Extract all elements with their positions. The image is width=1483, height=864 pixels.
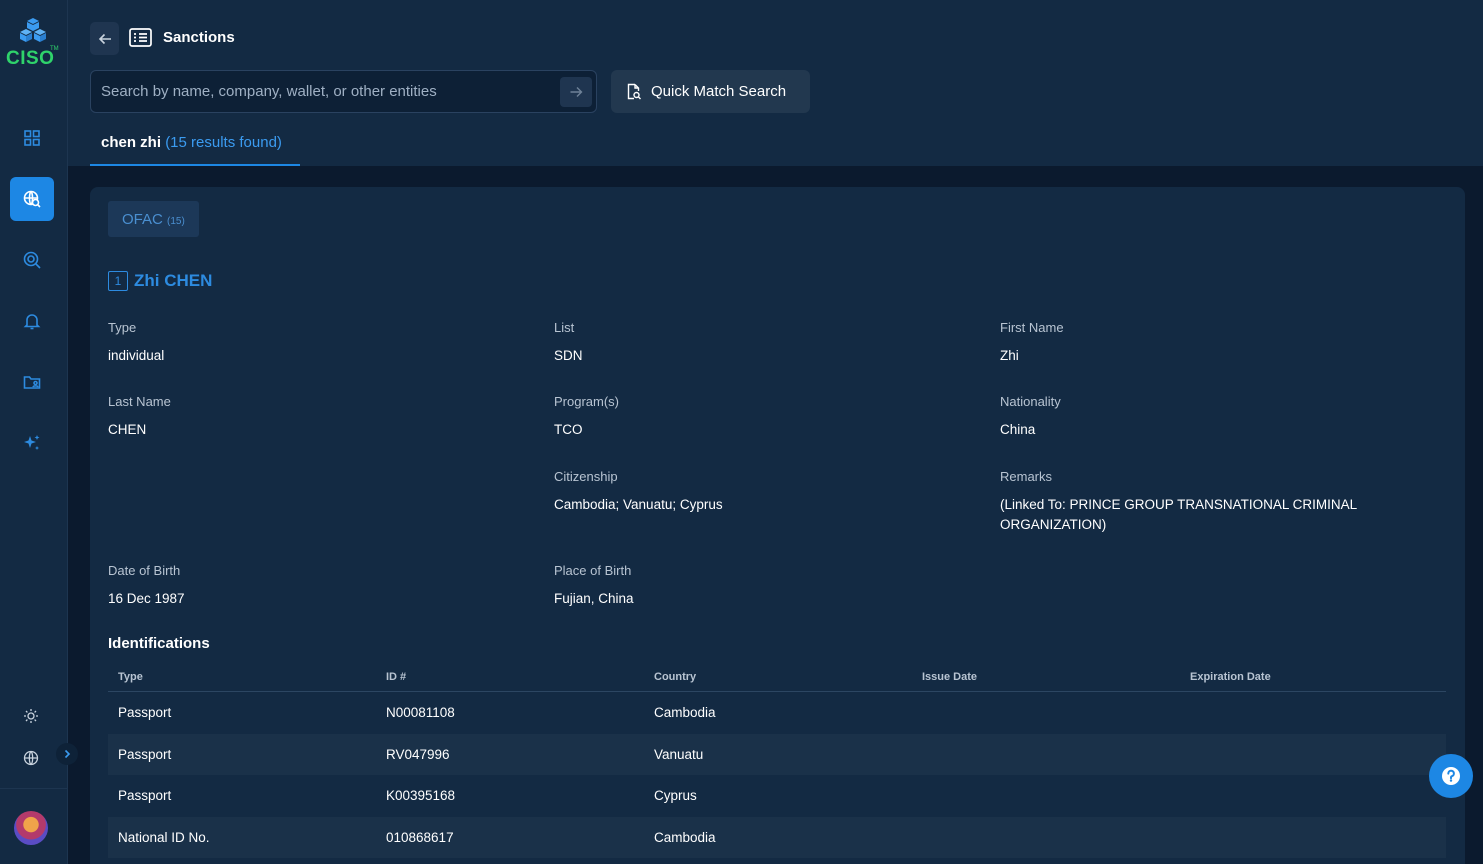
field-label: Last Name — [108, 394, 171, 409]
arrow-left-icon — [98, 33, 111, 44]
globe-search-icon — [23, 190, 41, 208]
quick-match-label: Quick Match Search — [651, 83, 787, 100]
arrow-right-icon — [570, 87, 583, 97]
table-cell: National ID No. — [118, 829, 210, 845]
table-cell: 010868617 — [386, 829, 454, 845]
field-label: Nationality — [1000, 394, 1061, 409]
source-count: (15) — [167, 216, 185, 227]
table-cell: Passport — [118, 788, 172, 804]
table-row: Passport N00081108 Cambodia — [108, 692, 1446, 734]
column-header: ID # — [386, 671, 407, 683]
field-label: Place of Birth — [554, 563, 632, 578]
sidebar-collapse-button[interactable] — [56, 743, 78, 765]
field-value: individual — [108, 348, 165, 363]
page-header: Sanctions Quick Match Search chen zhi (1… — [68, 0, 1483, 166]
field-citizenship: Citizenship Cambodia; Vanuatu; Cyprus — [554, 469, 723, 515]
sidebar-item-dashboard[interactable] — [10, 116, 54, 160]
column-header: Country — [654, 671, 697, 683]
logo-trademark: TM — [50, 46, 59, 52]
result-query: chen zhi — [101, 134, 162, 151]
field-label: Type — [108, 320, 137, 335]
target-search-icon — [23, 251, 41, 269]
table-cell: Passport — [118, 705, 172, 721]
sidebar: CISO TM — [0, 0, 78, 864]
field-place-of-birth: Place of Birth Fujian, China — [554, 563, 634, 609]
bell-icon — [23, 314, 41, 330]
table-cell: K00395168 — [386, 788, 456, 804]
field-value: China — [1000, 422, 1036, 437]
field-value: 16 Dec 1987 — [108, 591, 185, 606]
field-value: SDN — [554, 348, 583, 363]
globe-icon[interactable] — [22, 749, 40, 767]
field-programs: Program(s) TCO — [554, 394, 619, 440]
field-list: List SDN — [554, 320, 583, 366]
field-label: Remarks — [1000, 469, 1053, 484]
grid-icon — [24, 130, 40, 146]
field-value: Cambodia; Vanuatu; Cyprus — [554, 497, 723, 512]
column-header: Type — [118, 671, 143, 683]
record-number: 1 — [108, 271, 128, 291]
field-label: List — [554, 320, 575, 335]
back-button[interactable] — [90, 22, 119, 55]
record-title: 1 Zhi CHEN — [108, 271, 212, 291]
table-row: Passport RV047996 Vanuatu — [108, 733, 1446, 775]
list-card-icon — [129, 28, 152, 47]
table-cell: Cambodia — [654, 705, 716, 721]
source-label: OFAC — [122, 211, 163, 228]
table-row: National ID No. 010868617 Cambodia — [108, 816, 1446, 858]
field-nationality: Nationality China — [1000, 394, 1061, 440]
field-label: Program(s) — [554, 394, 620, 409]
identifications-table: Type ID # Country Issue Date Expiration … — [108, 663, 1446, 858]
field-last-name: Last Name CHEN — [108, 394, 171, 440]
field-value: Zhi — [1000, 348, 1019, 363]
record-name[interactable]: Zhi CHEN — [134, 271, 212, 291]
column-header: Issue Date — [922, 671, 978, 683]
table-row: Passport K00395168 Cyprus — [108, 775, 1446, 817]
document-search-icon — [627, 83, 641, 100]
source-filter-chip[interactable]: OFAC (15) — [108, 201, 199, 237]
table-cell: N00081108 — [386, 705, 455, 721]
column-header: Expiration Date — [1190, 671, 1271, 683]
table-cell: Cyprus — [654, 788, 697, 804]
search-box — [90, 70, 597, 113]
folder-user-icon — [23, 376, 41, 389]
field-first-name: First Name Zhi — [1000, 320, 1064, 366]
field-remarks: Remarks (Linked To: PRINCE GROUP TRANSNA… — [1000, 469, 1400, 535]
identifications-heading: Identifications — [108, 635, 210, 652]
table-header: Type ID # Country Issue Date Expiration … — [108, 663, 1446, 692]
help-button[interactable] — [1429, 754, 1473, 798]
field-label: Date of Birth — [108, 563, 181, 578]
field-label: Citizenship — [554, 469, 618, 484]
sidebar-item-cases[interactable] — [10, 360, 54, 404]
logo-text: CISO — [6, 48, 55, 69]
sidebar-item-alerts[interactable] — [10, 299, 54, 343]
quick-match-search-button[interactable]: Quick Match Search — [611, 70, 810, 113]
sidebar-item-sanctions[interactable] — [10, 177, 54, 221]
table-cell: Passport — [118, 746, 172, 762]
field-value: (Linked To: PRINCE GROUP TRANSNATIONAL C… — [1000, 497, 1357, 532]
sidebar-item-investigations[interactable] — [10, 238, 54, 282]
field-type: Type individual — [108, 320, 164, 366]
avatar[interactable] — [14, 811, 48, 845]
sidebar-item-ai[interactable] — [10, 421, 54, 465]
question-icon — [1442, 767, 1460, 785]
sun-icon[interactable] — [22, 707, 40, 725]
sparkle-icon — [24, 435, 40, 450]
result-count: (15 results found) — [165, 134, 282, 151]
field-value: Fujian, China — [554, 591, 634, 606]
search-input[interactable] — [91, 71, 551, 112]
table-cell: Cambodia — [654, 829, 716, 845]
tab-search-results[interactable]: chen zhi (15 results found) — [90, 125, 300, 166]
field-value: CHEN — [108, 422, 147, 437]
record-panel: OFAC (15) 1 Zhi CHEN Type individual Lis… — [90, 187, 1465, 864]
page-title: Sanctions — [163, 29, 235, 46]
field-value: TCO — [554, 422, 583, 437]
table-cell: Vanuatu — [654, 746, 704, 762]
field-label: First Name — [1000, 320, 1064, 335]
chevron-right-icon — [64, 749, 71, 759]
table-cell: RV047996 — [386, 746, 450, 762]
search-submit-button[interactable] — [560, 77, 592, 107]
field-date-of-birth: Date of Birth 16 Dec 1987 — [108, 563, 185, 609]
sidebar-divider — [0, 788, 68, 789]
